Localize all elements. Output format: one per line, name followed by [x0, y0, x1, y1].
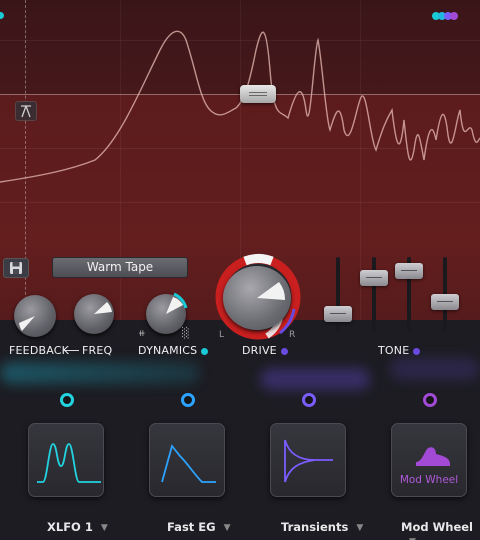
xlfo-waveform-icon: [37, 443, 101, 483]
band-level-handle[interactable]: [240, 85, 276, 103]
high-pass-filter-icon[interactable]: [15, 101, 37, 121]
tone-fader-3[interactable]: [395, 263, 423, 279]
fader-track-2: [372, 257, 376, 331]
transients-tile[interactable]: [270, 423, 346, 497]
fast-eg-name: Fast EG: [167, 520, 216, 534]
chevron-down-icon: ▼: [100, 523, 108, 533]
tone-fader-1[interactable]: [324, 306, 352, 322]
envelope-icon: [161, 444, 216, 483]
dynamics-label-text: DYNAMICS: [138, 344, 198, 357]
freq-label: FREQ: [82, 344, 113, 357]
mod-wheel-tile-label: Mod Wheel: [399, 474, 459, 486]
xlfo-selector[interactable]: XLFO 1 ▼: [47, 520, 108, 534]
chevron-down-icon: ▼: [356, 523, 364, 533]
fast-eg-mod-port[interactable]: [181, 393, 195, 407]
transients-selector[interactable]: Transients ▼: [281, 520, 363, 534]
preset-selector[interactable]: Warm Tape: [52, 257, 188, 278]
mod-wheel-icon: [416, 447, 450, 466]
fast-eg-selector[interactable]: Fast EG ▼: [167, 520, 231, 534]
feedback-label: FEEDBACK: [9, 344, 70, 357]
mod-glow-cyan: [0, 362, 200, 384]
freq-knob[interactable]: [74, 294, 114, 334]
feedback-freq-link: [63, 350, 79, 351]
xlfo-name: XLFO 1: [47, 520, 93, 534]
mod-glow-violet: [390, 358, 480, 380]
dynamics-min-icon: ⧺: [138, 329, 146, 339]
mod-glow-purple: [260, 368, 370, 390]
drive-label-text: DRIVE: [242, 344, 277, 357]
mod-wheel-mod-port[interactable]: [423, 393, 437, 407]
xlfo-tile[interactable]: [28, 423, 104, 497]
tone-fader-4[interactable]: [431, 294, 459, 310]
tone-mod-dot: [413, 347, 421, 355]
tone-label: TONE: [378, 344, 421, 357]
mod-wheel-selector[interactable]: Mod Wheel▼: [401, 520, 480, 540]
drive-mod-dot: [280, 347, 288, 355]
transients-mod-port[interactable]: [302, 393, 316, 407]
drive-knob[interactable]: [223, 266, 291, 330]
dynamics-max-icon: ░: [182, 328, 190, 339]
mod-wheel-name: Mod Wheel: [401, 520, 473, 534]
transients-name: Transients: [281, 520, 349, 534]
transients-icon: [284, 439, 333, 483]
mod-wheel-tile[interactable]: Mod Wheel: [391, 423, 467, 497]
chevron-down-icon: ▼: [223, 523, 231, 533]
save-icon: [10, 262, 22, 274]
xlfo-mod-port[interactable]: [60, 393, 74, 407]
tone-label-text: TONE: [378, 344, 410, 357]
save-preset-button[interactable]: [3, 258, 29, 278]
tone-fader-2[interactable]: [360, 270, 388, 286]
dynamics-mod-dot: [201, 347, 209, 355]
feedback-knob[interactable]: [14, 295, 56, 337]
fast-eg-tile[interactable]: [149, 423, 225, 497]
drive-label: DRIVE: [242, 344, 288, 357]
drive-left-label: L: [219, 330, 225, 340]
dynamics-label: DYNAMICS: [138, 344, 209, 357]
drive-right-label: R: [289, 330, 296, 340]
